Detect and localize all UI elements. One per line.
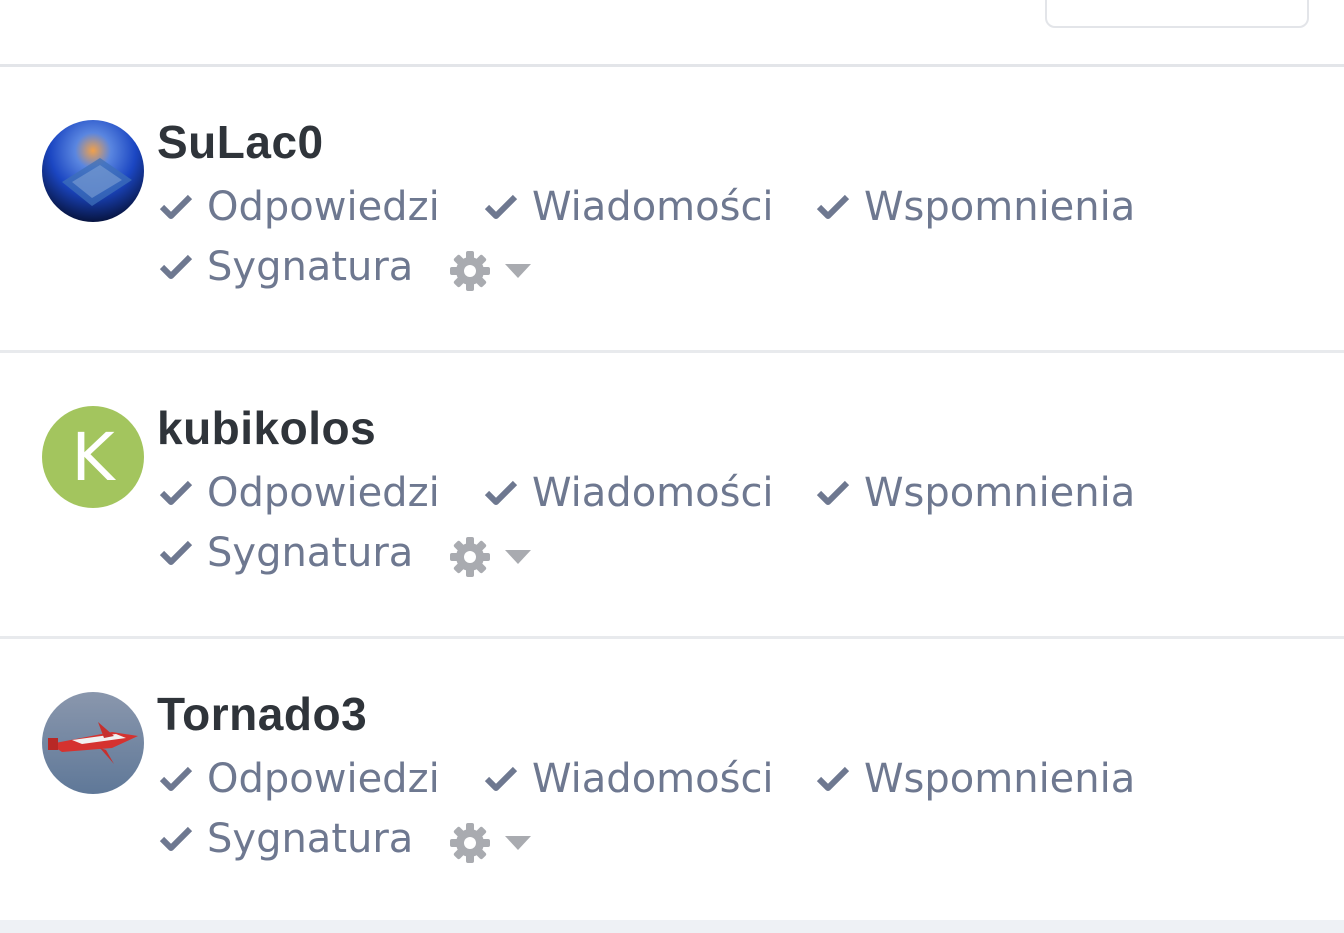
option-label: Wiadomości bbox=[532, 756, 774, 802]
option-messages[interactable]: Wiadomości bbox=[484, 470, 774, 516]
option-messages[interactable]: Wiadomości bbox=[484, 756, 774, 802]
bottom-edge bbox=[0, 920, 1344, 933]
check-icon bbox=[484, 194, 518, 219]
username[interactable]: Tornado3 bbox=[157, 687, 367, 741]
option-label: Odpowiedzi bbox=[207, 184, 440, 230]
settings-dropdown[interactable] bbox=[449, 822, 533, 864]
avatar[interactable] bbox=[42, 120, 144, 222]
settings-dropdown[interactable] bbox=[449, 250, 533, 292]
option-label: Wspomnienia bbox=[864, 470, 1136, 516]
check-icon bbox=[159, 766, 193, 791]
option-messages[interactable]: Wiadomości bbox=[484, 184, 774, 230]
caret-down-icon bbox=[505, 264, 531, 278]
option-label: Sygnatura bbox=[207, 816, 414, 862]
option-label: Sygnatura bbox=[207, 244, 414, 290]
option-label: Wiadomości bbox=[532, 184, 774, 230]
check-icon bbox=[816, 766, 850, 791]
option-label: Wspomnienia bbox=[864, 184, 1136, 230]
check-icon bbox=[816, 480, 850, 505]
option-label: Odpowiedzi bbox=[207, 756, 440, 802]
option-label: Wspomnienia bbox=[864, 756, 1136, 802]
option-replies[interactable]: Odpowiedzi bbox=[159, 184, 440, 230]
top-action-button[interactable] bbox=[1045, 0, 1309, 28]
check-icon bbox=[159, 540, 193, 565]
caret-down-icon bbox=[505, 550, 531, 564]
user-row: Tornado3 Odpowiedzi Wiadomości Wspomnien… bbox=[0, 639, 1344, 925]
avatar[interactable]: K bbox=[42, 406, 144, 508]
option-label: Odpowiedzi bbox=[207, 470, 440, 516]
gear-icon bbox=[450, 823, 490, 863]
user-row: K kubikolos Odpowiedzi Wiadomości Wspomn… bbox=[0, 353, 1344, 639]
option-memories[interactable]: Wspomnienia bbox=[816, 184, 1135, 230]
gear-icon bbox=[450, 251, 490, 291]
option-memories[interactable]: Wspomnienia bbox=[816, 756, 1135, 802]
option-replies[interactable]: Odpowiedzi bbox=[159, 756, 440, 802]
username[interactable]: SuLac0 bbox=[157, 115, 324, 169]
user-row: SuLac0 Odpowiedzi Wiadomości Wspomnienia… bbox=[0, 67, 1344, 353]
avatar[interactable] bbox=[42, 692, 144, 794]
check-icon bbox=[159, 194, 193, 219]
option-signature[interactable]: Sygnatura bbox=[159, 530, 413, 576]
check-icon bbox=[159, 480, 193, 505]
gear-icon bbox=[450, 537, 490, 577]
ignored-users-list: SuLac0 Odpowiedzi Wiadomości Wspomnienia… bbox=[0, 67, 1344, 925]
option-replies[interactable]: Odpowiedzi bbox=[159, 470, 440, 516]
check-icon bbox=[484, 766, 518, 791]
option-label: Wiadomości bbox=[532, 470, 774, 516]
username[interactable]: kubikolos bbox=[157, 401, 376, 455]
option-memories[interactable]: Wspomnienia bbox=[816, 470, 1135, 516]
check-icon bbox=[159, 254, 193, 279]
option-signature[interactable]: Sygnatura bbox=[159, 816, 413, 862]
option-label: Sygnatura bbox=[207, 530, 414, 576]
top-bar bbox=[0, 0, 1344, 67]
option-signature[interactable]: Sygnatura bbox=[159, 244, 413, 290]
check-icon bbox=[816, 194, 850, 219]
check-icon bbox=[484, 480, 518, 505]
settings-dropdown[interactable] bbox=[449, 536, 533, 578]
check-icon bbox=[159, 826, 193, 851]
caret-down-icon bbox=[505, 836, 531, 850]
